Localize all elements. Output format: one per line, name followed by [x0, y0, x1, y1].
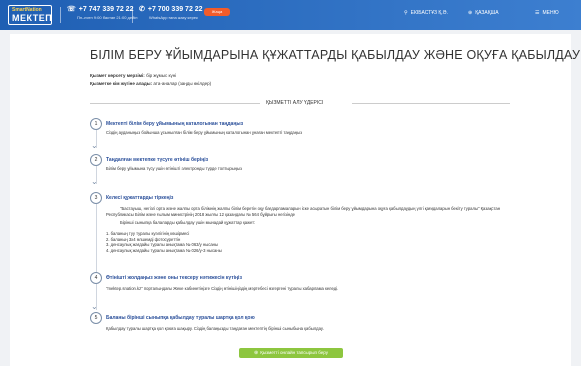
chevron-down-icon: ⌄: [91, 141, 98, 150]
step-text: Қабылдау туралы шартқа қол қоюға шақыру.…: [106, 326, 324, 331]
list-item: 3. денсаулық жағдайы туралы анықтама № 0…: [106, 242, 218, 248]
phone-icon: ☏: [67, 6, 76, 13]
globe-icon: ⊕: [468, 10, 473, 16]
page-title: БІЛІМ БЕРУ ҰЙЫМДАРЫНА ҚҰЖАТТАРДЫ ҚАБЫЛДА…: [90, 48, 581, 62]
divider: [132, 7, 133, 23]
step-text: Сіздің ауданыңыз бойынша ұсынылған білім…: [106, 130, 302, 135]
step-title: Таңдалған мектепке түсуге өтініш беріңіз: [106, 157, 209, 163]
region-label: ЕКІБАСТҰЗ Қ.Ә.: [410, 10, 448, 16]
language-selector[interactable]: ⊕ ҚАЗАҚША: [468, 10, 499, 16]
phone-hours: Пн–пятн 9:00 бастап 21:00 дейін: [77, 15, 138, 20]
timeline-line: [95, 204, 97, 276]
step-4: 4 Өтінішті жолдаңыз және оны тексеру нәт…: [90, 272, 520, 312]
step-1: 1 Мектепті білім беру ұйымының каталогын…: [90, 118, 520, 158]
submit-online-label: Қызметті онлайн тапсырып беру: [260, 350, 328, 355]
logo-main-text: МЕКТЕП: [12, 13, 53, 23]
divider: [90, 103, 260, 104]
divider: [352, 103, 510, 104]
step-5: 5 Баланы бірінші сыныпқа қабылдау туралы…: [90, 312, 520, 342]
chevron-down-icon: ⌄: [91, 177, 98, 186]
phone-contact-2[interactable]: ✆ +7 700 339 72 22 WhatsApp ғана жазу кер…: [139, 5, 203, 20]
step-number: 4: [90, 272, 102, 284]
service-eligibility: Қызметке кім жүгіне алады: ата-аналар (з…: [90, 81, 211, 86]
section-header: ҚЫЗМЕТТІ АЛУ ҮДЕРІСІ: [90, 99, 510, 107]
phone-contact-1[interactable]: ☏ +7 747 339 72 22 Пн–пятн 9:00 бастап 21…: [67, 5, 137, 20]
service-card: БІЛІМ БЕРУ ҰЙЫМДАРЫНА ҚҰЖАТТАРДЫ ҚАБЫЛДА…: [10, 34, 580, 366]
list-item: 4. денсаулық жағдайы туралы анықтама № 0…: [106, 247, 222, 253]
menu-label: МЕНЮ: [542, 10, 559, 16]
step-number: 5: [90, 312, 102, 324]
step-title: Өтінішті жолдаңыз және оны тексеру нәтиж…: [106, 275, 242, 281]
section-title: ҚЫЗМЕТТІ АЛУ ҮДЕРІСІ: [266, 100, 324, 106]
step-title: Келесі құжаттарды тіркеңіз: [106, 195, 174, 201]
new-badge: Жаңа: [204, 8, 230, 16]
documents-list: 1. баланың туу туралы куәлігінің көшірме…: [106, 231, 222, 253]
phone-number-2: +7 700 339 72 22: [147, 6, 203, 13]
step-2: 2 Таңдалған мектепке түсуге өтініш берің…: [90, 154, 520, 194]
step-title: Баланы бірінші сыныпқа қабылдау туралы ш…: [106, 315, 255, 321]
menu-button[interactable]: ☰ МЕНЮ: [535, 10, 559, 16]
eligibility-value: ата-аналар (заңды өкілдер): [153, 81, 212, 86]
chevron-down-icon: ⌄: [91, 302, 98, 311]
whatsapp-icon: ✆: [139, 6, 145, 13]
step-title: Мектепті білім беру ұйымының каталогынан…: [106, 121, 244, 127]
menu-icon: ☰: [535, 10, 540, 16]
location-icon: ⚲: [404, 10, 408, 16]
check-icon: ⊛: [254, 350, 259, 356]
region-selector[interactable]: ⚲ ЕКІБАСТҰЗ Қ.Ә.: [404, 10, 448, 16]
step-text: "mektep.snation.kz" порталындағы Жеке ка…: [106, 286, 339, 291]
service-duration: Қызмет көрсету мерзімі: бір жұмыс күні: [90, 73, 176, 78]
step-subtext: Бірінші сыныпқа балаларды қабылдау үшін …: [120, 220, 256, 225]
duration-label: Қызмет көрсету мерзімі:: [90, 73, 145, 78]
phone-number-1: +7 747 339 72 22: [78, 6, 134, 13]
submit-online-button[interactable]: ⊛ Қызметті онлайн тапсырып беру: [239, 348, 343, 358]
step-number: 3: [90, 192, 102, 204]
step-text: "Бастауыш, негізгі орта және жалпы орта …: [106, 206, 501, 217]
duration-value: бір жұмыс күні: [146, 73, 177, 78]
logo[interactable]: SmartNation МЕКТЕП: [8, 5, 52, 25]
step-number: 2: [90, 154, 102, 166]
step-number: 1: [90, 118, 102, 130]
step-text: Білім беру ұйымына түсу үшін өтінішті эл…: [106, 166, 242, 171]
whatsapp-note: WhatsApp ғана жазу керек: [149, 15, 198, 20]
top-navigation-bar: SmartNation МЕКТЕП ☏ +7 747 339 72 22 Пн–…: [0, 0, 581, 30]
language-label: ҚАЗАҚША: [475, 10, 499, 16]
divider: [60, 7, 61, 23]
eligibility-label: Қызметке кім жүгіне алады:: [90, 81, 153, 86]
